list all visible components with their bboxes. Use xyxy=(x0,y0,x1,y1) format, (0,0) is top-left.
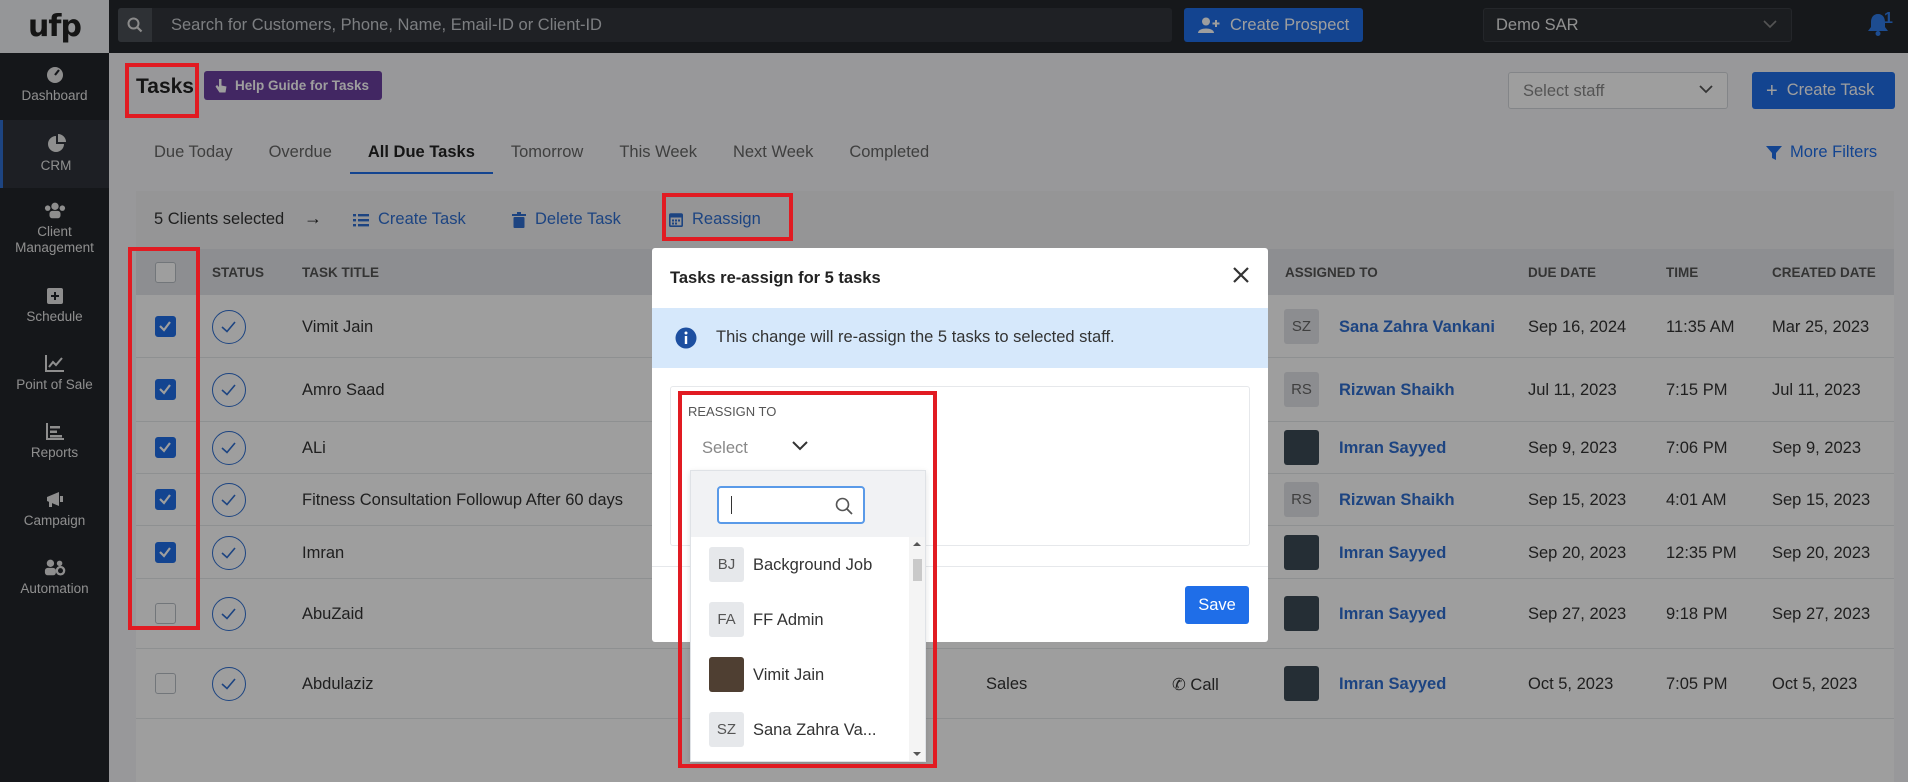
save-button[interactable]: Save xyxy=(1185,586,1249,624)
info-icon xyxy=(675,327,697,349)
highlight-reassign-dropdown xyxy=(678,391,937,768)
modal-title: Tasks re-assign for 5 tasks xyxy=(670,269,881,287)
highlight-page-title xyxy=(125,63,199,118)
close-icon[interactable] xyxy=(1232,266,1250,288)
info-text: This change will re-assign the 5 tasks t… xyxy=(716,328,1115,346)
info-alert: This change will re-assign the 5 tasks t… xyxy=(652,308,1268,368)
highlight-selected-checkboxes xyxy=(128,247,200,630)
highlight-reassign-action xyxy=(662,193,793,241)
